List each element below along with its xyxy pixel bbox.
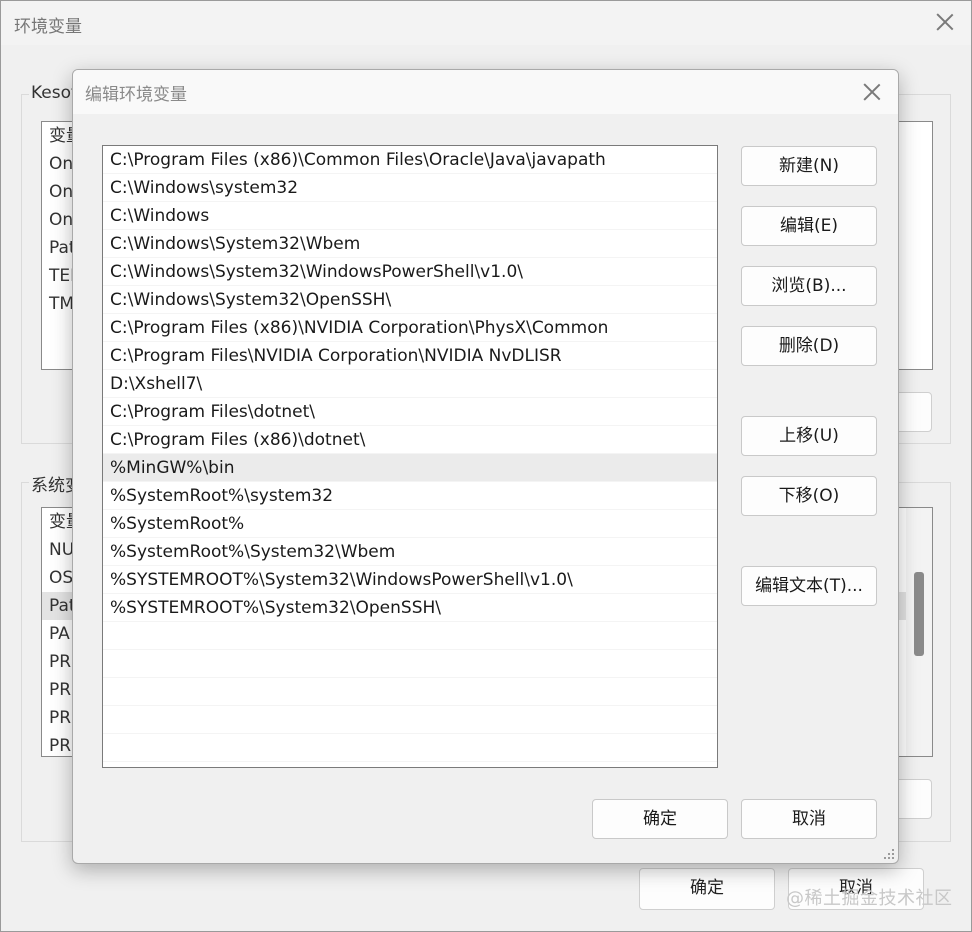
edit-button[interactable]: 编辑(E) [741, 206, 877, 246]
path-list-item[interactable]: C:\Windows\System32\Wbem [103, 230, 717, 258]
path-list-item[interactable]: C:\Program Files (x86)\dotnet\ [103, 426, 717, 454]
path-list-item[interactable]: C:\Program Files\dotnet\ [103, 398, 717, 426]
path-list-item[interactable]: C:\Program Files\NVIDIA Corporation\NVID… [103, 342, 717, 370]
move-up-button[interactable]: 上移(U) [741, 416, 877, 456]
path-list-item[interactable]: %SYSTEMROOT%\System32\WindowsPowerShell\… [103, 566, 717, 594]
dialog-cancel-button[interactable]: 取消 [741, 799, 877, 839]
bg-close-icon[interactable] [933, 10, 957, 34]
path-list-item[interactable]: C:\Windows\System32\WindowsPowerShell\v1… [103, 258, 717, 286]
watermark: @稀土掘金技术社区 [786, 888, 953, 909]
new-button[interactable]: 新建(N) [741, 146, 877, 186]
path-list-item[interactable]: %SystemRoot%\system32 [103, 482, 717, 510]
resize-grip-icon[interactable] [883, 848, 895, 860]
bg-ok-button[interactable]: 确定 [639, 868, 775, 910]
move-down-button[interactable]: 下移(O) [741, 476, 877, 516]
dialog-ok-button[interactable]: 确定 [592, 799, 728, 839]
path-list-empty-row[interactable] [103, 734, 717, 762]
path-list-item[interactable]: %SystemRoot%\System32\Wbem [103, 538, 717, 566]
system-list-scrollbar[interactable] [906, 508, 932, 756]
dialog-close-icon[interactable] [860, 80, 884, 104]
path-list-empty-row[interactable] [103, 706, 717, 734]
browse-button[interactable]: 浏览(B)... [741, 266, 877, 306]
path-list-item[interactable]: C:\Windows\system32 [103, 174, 717, 202]
path-list-item[interactable]: D:\Xshell7\ [103, 370, 717, 398]
dialog-title: 编辑环境变量 [85, 85, 187, 105]
path-list-item[interactable]: C:\Program Files (x86)\Common Files\Orac… [103, 146, 717, 174]
path-list-empty-row[interactable] [103, 678, 717, 706]
dialog-title-bar: 编辑环境变量 [73, 70, 898, 114]
bg-title-bar: 环境变量 [1, 1, 971, 45]
path-list-empty-row[interactable] [103, 622, 717, 650]
path-list-item[interactable]: C:\Windows [103, 202, 717, 230]
path-list-item[interactable]: %SystemRoot% [103, 510, 717, 538]
path-list-item[interactable]: %MinGW%\bin [103, 454, 717, 482]
path-list-empty-row[interactable] [103, 650, 717, 678]
path-list-item[interactable]: %SYSTEMROOT%\System32\OpenSSH\ [103, 594, 717, 622]
edit-text-button[interactable]: 编辑文本(T)... [741, 566, 877, 606]
bg-window-title: 环境变量 [14, 17, 82, 37]
edit-environment-variable-dialog: 编辑环境变量 C:\Program Files (x86)\Common Fil… [72, 69, 899, 864]
system-list-scrollbar-thumb[interactable] [914, 572, 924, 656]
path-list-item[interactable]: C:\Windows\System32\OpenSSH\ [103, 286, 717, 314]
delete-button[interactable]: 删除(D) [741, 326, 877, 366]
path-list-item[interactable]: C:\Program Files (x86)\NVIDIA Corporatio… [103, 314, 717, 342]
path-list[interactable]: C:\Program Files (x86)\Common Files\Orac… [102, 145, 718, 768]
